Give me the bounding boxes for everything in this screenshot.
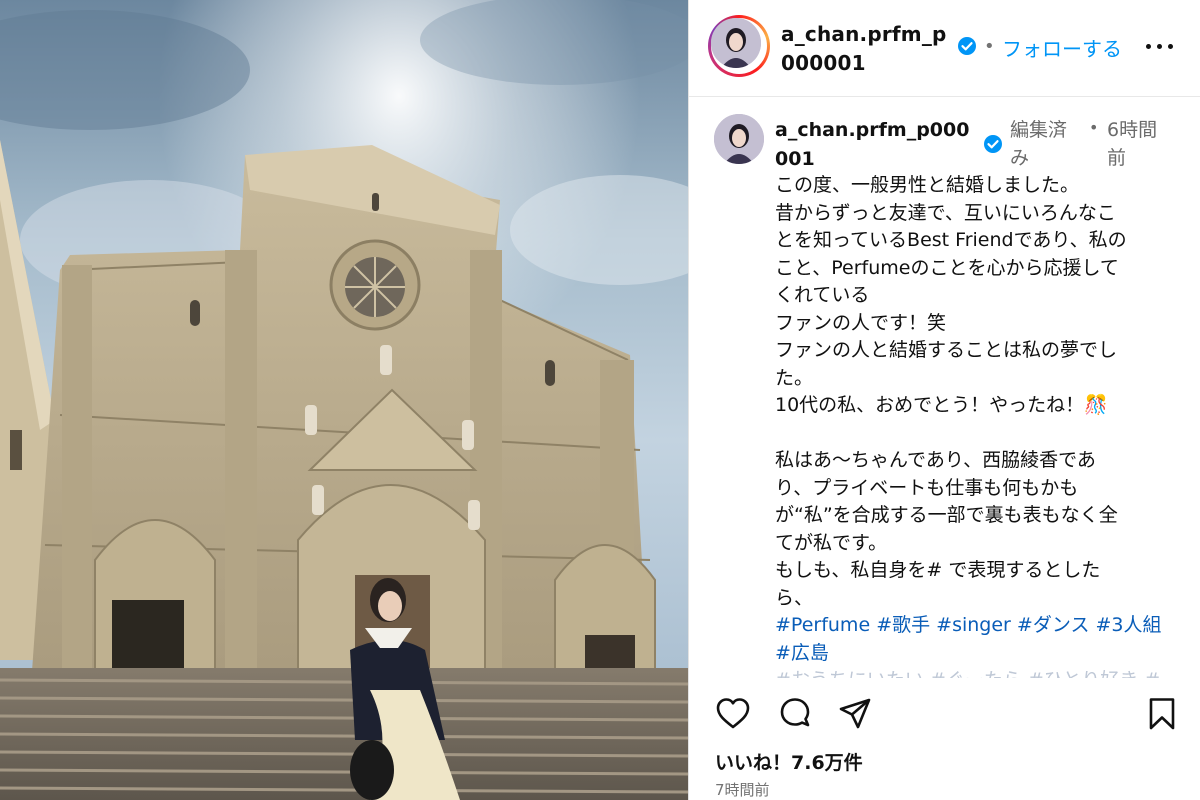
- avatar[interactable]: [711, 18, 761, 68]
- caption-line: 昔からずっと友達で、互いにいろんなこ: [775, 201, 1116, 224]
- follow-button[interactable]: フォローする: [1002, 33, 1122, 62]
- post-photo: [0, 0, 688, 800]
- caption-timestamp[interactable]: 6時間前: [1107, 116, 1173, 172]
- bookmark-icon[interactable]: [1144, 696, 1180, 732]
- caption-line: てが私です。: [775, 531, 888, 554]
- caption-line: もしも、私自身を# で表現するとした: [775, 559, 1101, 581]
- caption-line: 10代の私、おめでとう！やったね！🎊: [775, 394, 1108, 416]
- likes-count[interactable]: いいね！7.6万件: [715, 748, 863, 775]
- share-icon[interactable]: [837, 696, 873, 732]
- caption-line: くれている: [775, 284, 870, 306]
- separator-dot: •: [984, 36, 995, 57]
- hashtag-link[interactable]: #Perfume: [775, 614, 870, 636]
- verified-badge-icon: [958, 37, 976, 55]
- post-actions: いいね！7.6万件 7時間前: [689, 678, 1200, 800]
- post-timestamp[interactable]: 7時間前: [715, 779, 770, 800]
- caption-username[interactable]: a_chan.prfm_p000001: [775, 116, 975, 174]
- heart-icon[interactable]: [715, 696, 751, 732]
- caption-line: ファンの人です！笑: [775, 311, 947, 334]
- edited-label: 編集済み: [1010, 119, 1068, 169]
- caption-text: この度、一般男性と結婚しました。 昔からずっと友達で、互いにいろんなこ とを知っ…: [775, 172, 1180, 678]
- hashtag-link[interactable]: #広島: [775, 642, 829, 664]
- header-username[interactable]: a_chan.prfm_p000001: [781, 20, 953, 78]
- separator-dot: •: [1089, 118, 1099, 137]
- caption-faded-line: #おうちにいたい #ぐーたら #ひとり好き #...: [775, 667, 1180, 678]
- post-detail-panel: a_chan.prfm_p000001 • フォローする a_chan.prfm…: [688, 0, 1200, 800]
- post-header: a_chan.prfm_p000001 • フォローする: [689, 0, 1200, 97]
- caption-line: 私はあ～ちゃんであり、西脇綾香であ: [775, 449, 1096, 471]
- more-options-icon[interactable]: [1144, 33, 1176, 59]
- caption-avatar[interactable]: [714, 114, 764, 164]
- caption-line: り、プライベートも仕事も何もかも: [775, 476, 1079, 499]
- caption-line: こと、Perfumeのことを心から応援して: [775, 256, 1119, 279]
- hashtag-link[interactable]: #singer: [936, 614, 1011, 636]
- hashtag-link[interactable]: #歌手: [876, 614, 930, 636]
- caption-line: とを知っているBest Friendであり、私の: [775, 229, 1127, 251]
- caption-line: ら、: [775, 586, 814, 609]
- story-ring[interactable]: [708, 15, 770, 77]
- caption-section: a_chan.prfm_p000001 編集済み • 6時間前 この度、一般男性…: [689, 98, 1200, 678]
- cathedral-photo: [0, 0, 688, 800]
- caption-line: た。: [775, 366, 814, 389]
- caption-line: ファンの人と結婚することは私の夢でし: [775, 339, 1118, 361]
- hashtag-link[interactable]: #ダンス: [1017, 614, 1090, 636]
- caption-line: この度、一般男性と結婚しました。: [775, 174, 1080, 196]
- comment-icon[interactable]: [777, 696, 813, 732]
- caption-line: が“私”を合成する一部で裏も表もなく全: [775, 504, 1118, 526]
- verified-badge-icon: [984, 135, 1002, 153]
- hashtag-link[interactable]: #3人組: [1096, 614, 1162, 636]
- hashtag-line: #Perfume #歌手 #singer #ダンス #3人組: [775, 612, 1180, 640]
- hashtag-line: #広島: [775, 640, 1180, 668]
